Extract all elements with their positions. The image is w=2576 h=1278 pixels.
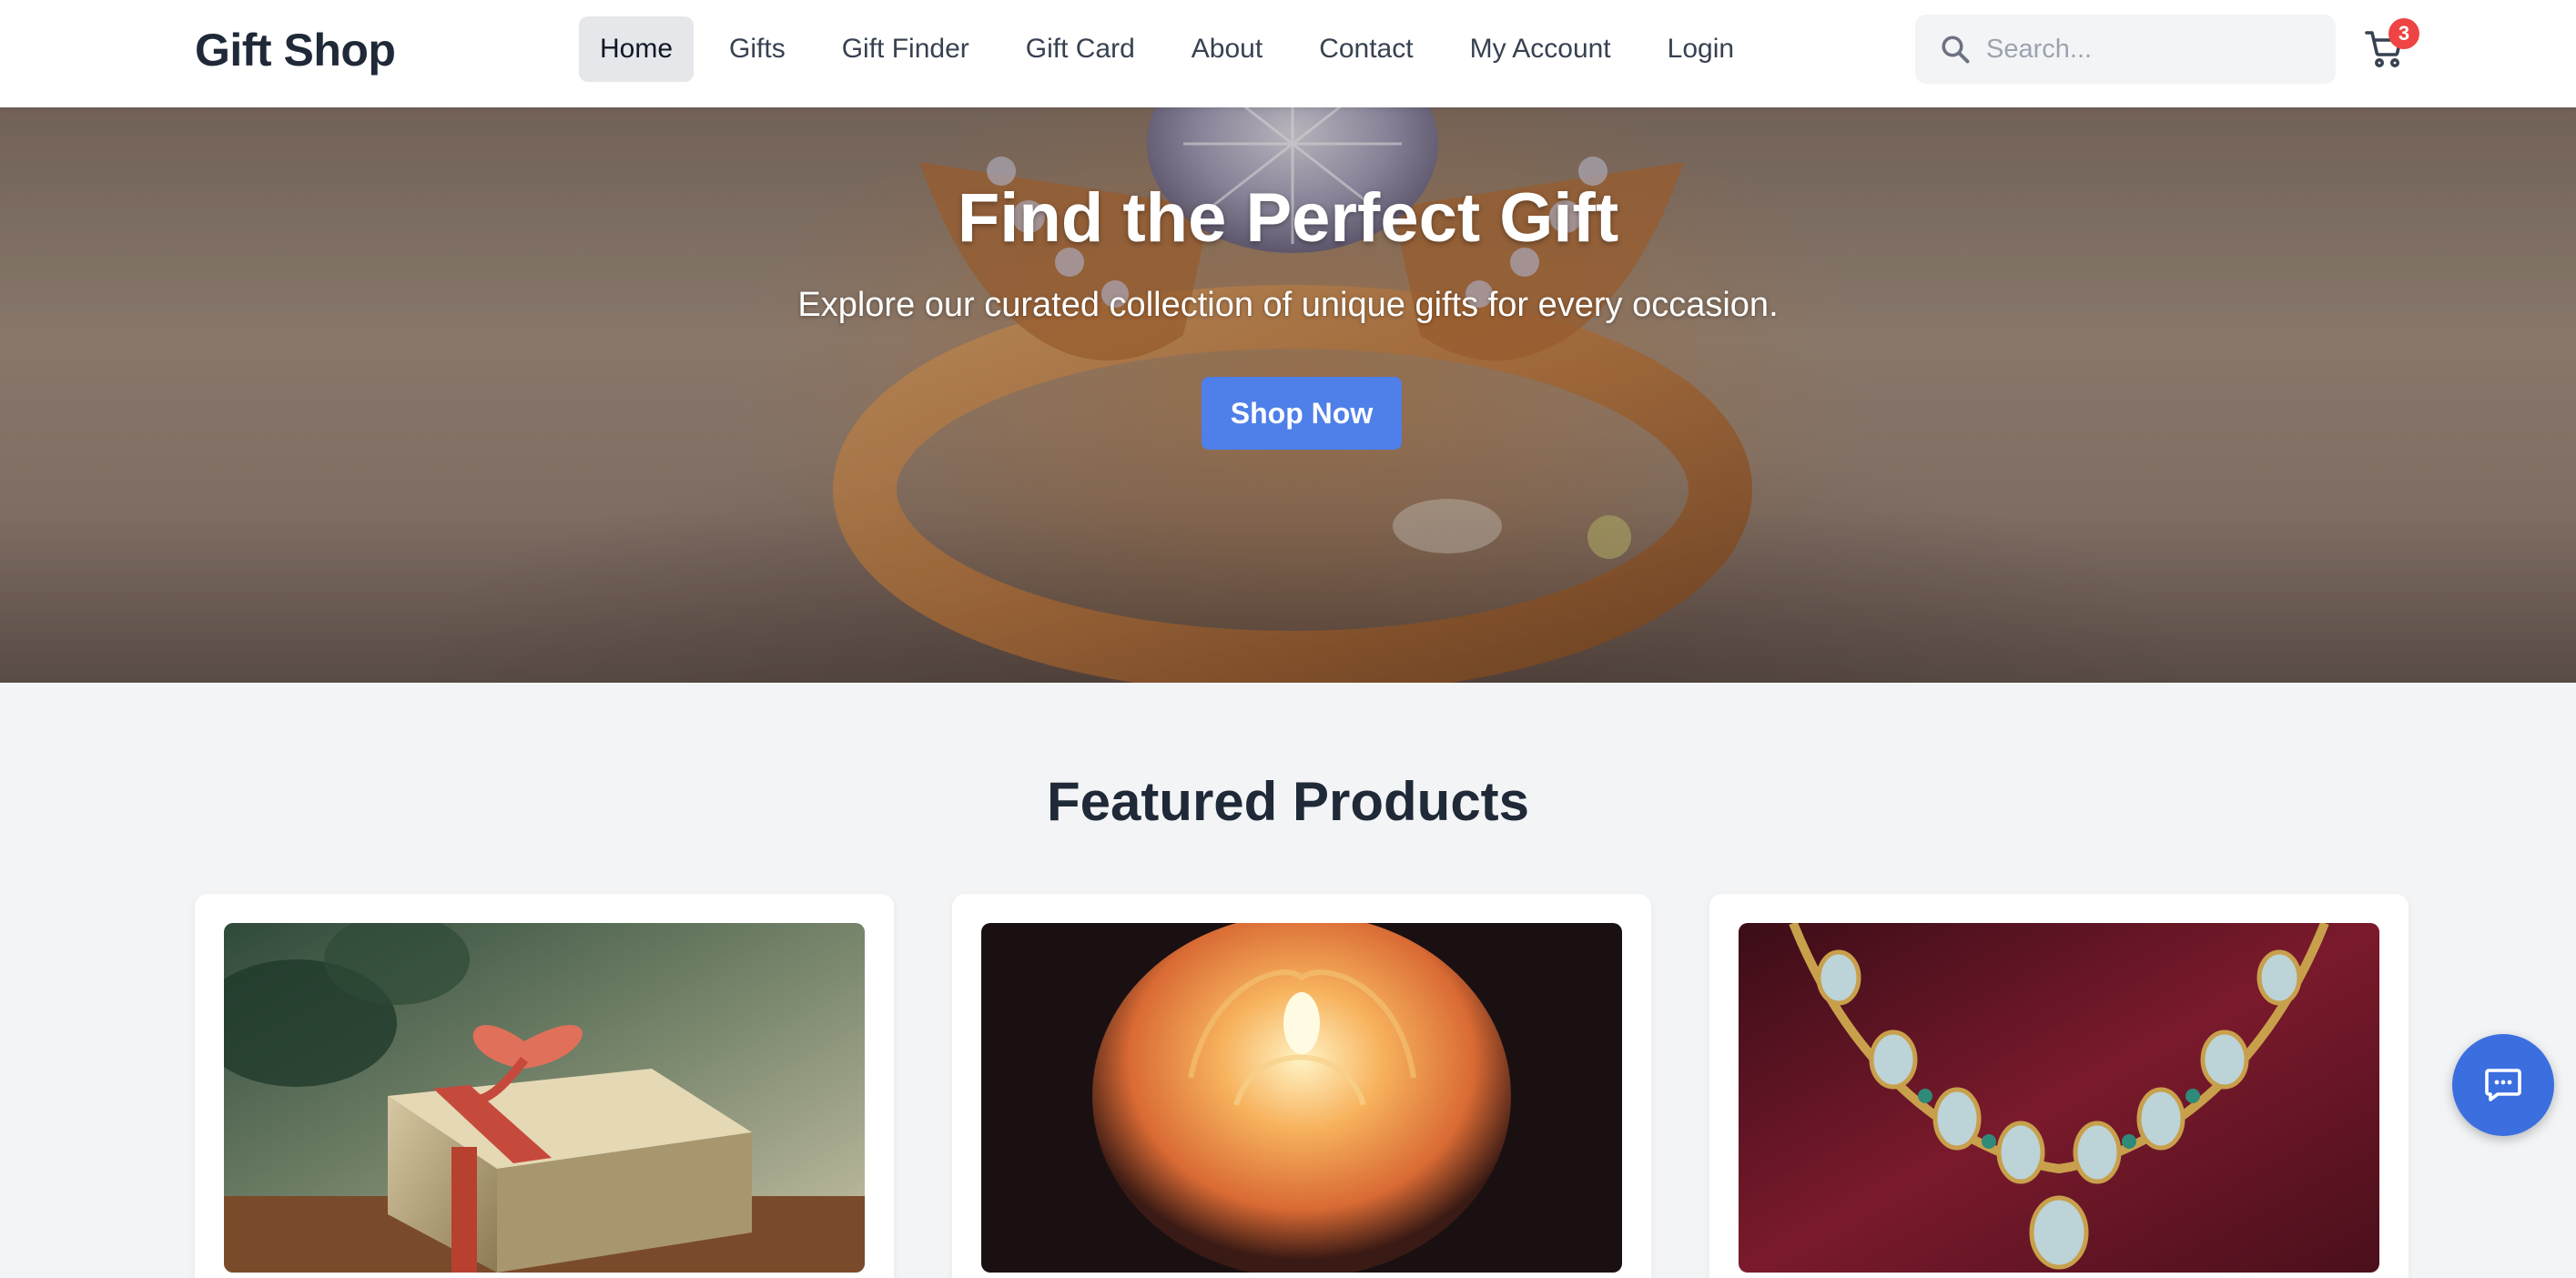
nav-gift-card[interactable]: Gift Card <box>1005 16 1156 82</box>
nav-my-account[interactable]: My Account <box>1449 16 1632 82</box>
hero-title: Find the Perfect Gift <box>957 179 1619 257</box>
necklace-image <box>1739 923 2379 1273</box>
nav-contact[interactable]: Contact <box>1298 16 1434 82</box>
cart-button[interactable]: 3 <box>2363 18 2419 71</box>
rose-candle-image <box>981 923 1622 1273</box>
search-icon <box>1942 36 1970 64</box>
product-image-necklace[interactable] <box>1739 923 2379 1273</box>
main-nav: Home Gifts Gift Finder Gift Card About C… <box>579 16 1755 82</box>
site-header: Gift Shop Home Gifts Gift Finder Gift Ca… <box>0 0 2576 107</box>
product-card[interactable] <box>1709 894 2409 1278</box>
cart-count-badge: 3 <box>2388 18 2419 49</box>
nav-gifts[interactable]: Gifts <box>708 16 806 82</box>
chat-button[interactable] <box>2452 1034 2554 1136</box>
featured-products-title: Featured Products <box>1046 771 1530 832</box>
shop-now-button[interactable]: Shop Now <box>1202 377 1402 450</box>
product-image-rose-candle[interactable] <box>981 923 1622 1273</box>
chat-icon <box>2485 1069 2521 1101</box>
product-card[interactable] <box>195 894 894 1278</box>
product-image-gift-box[interactable] <box>224 923 865 1273</box>
nav-about[interactable]: About <box>1171 16 1283 82</box>
search-input[interactable] <box>1986 34 2314 65</box>
gift-box-image <box>224 923 865 1273</box>
hero-subtitle: Explore our curated collection of unique… <box>797 286 1779 324</box>
search-box[interactable] <box>1915 15 2336 84</box>
hero-banner: Find the Perfect Gift Explore our curate… <box>0 107 2576 683</box>
nav-home[interactable]: Home <box>579 16 695 82</box>
nav-login[interactable]: Login <box>1647 16 1755 82</box>
nav-gift-finder[interactable]: Gift Finder <box>821 16 990 82</box>
site-logo[interactable]: Gift Shop <box>195 24 396 76</box>
product-card[interactable] <box>952 894 1651 1278</box>
